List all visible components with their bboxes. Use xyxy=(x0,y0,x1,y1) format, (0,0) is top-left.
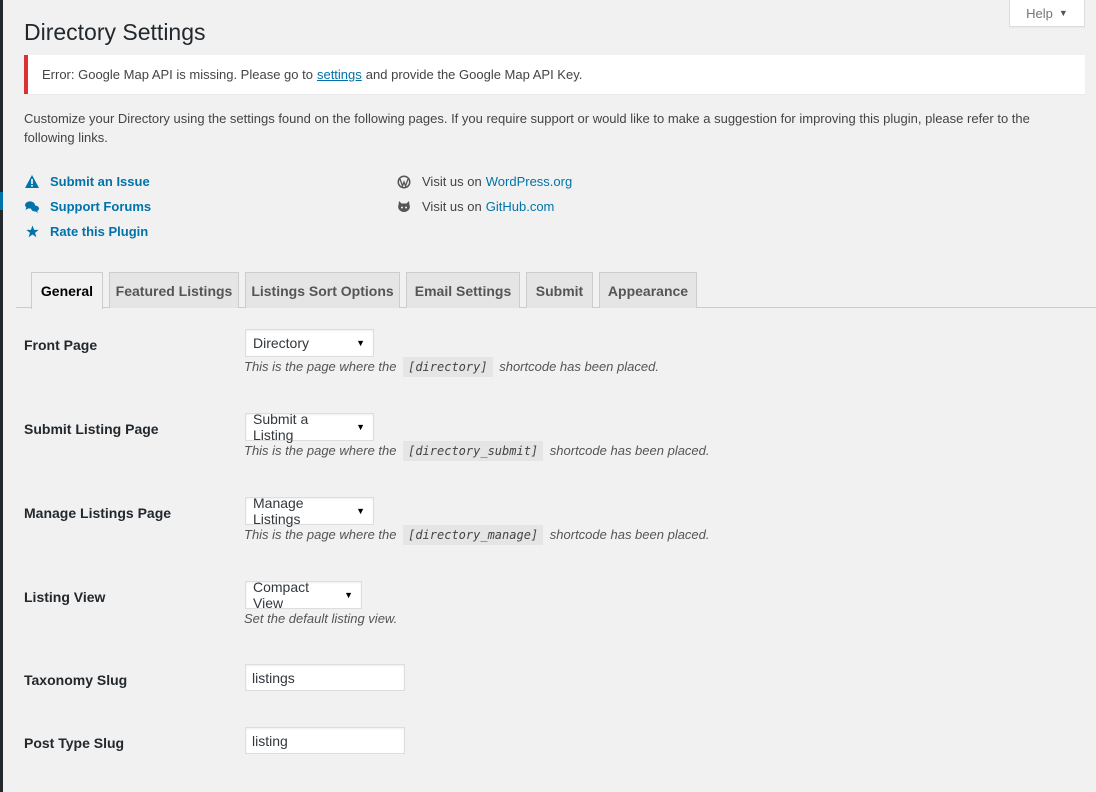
desc-text: This is the page where the xyxy=(244,359,397,374)
external-link-row: Visit us on WordPress.org xyxy=(396,169,572,194)
taxonomy-slug-label: Taxonomy Slug xyxy=(24,672,128,688)
admin-sidebar-active-indicator xyxy=(0,192,3,210)
dropdown-arrow-icon: ▼ xyxy=(356,338,365,348)
tab-featured-listings[interactable]: Featured Listings xyxy=(109,272,239,308)
external-links: Visit us on WordPress.org Visit us on Gi… xyxy=(396,169,572,219)
manage-listings-page-label: Manage Listings Page xyxy=(24,505,172,521)
tab-listings-sort-options[interactable]: Listings Sort Options xyxy=(245,272,400,308)
front-page-description: This is the page where the [directory] s… xyxy=(244,357,659,377)
comments-icon xyxy=(24,200,40,213)
shortcode: [directory_submit] xyxy=(403,441,544,461)
tab-submit[interactable]: Submit xyxy=(526,272,593,308)
submit-listing-page-label: Submit Listing Page xyxy=(24,421,159,437)
help-tab-label: Help xyxy=(1026,5,1053,21)
listing-view-select[interactable]: Compact View ▼ xyxy=(245,579,362,611)
visit-prefix: Visit us on xyxy=(422,174,482,189)
shortcode: [directory] xyxy=(403,357,493,377)
desc-text: shortcode has been placed. xyxy=(499,359,659,374)
page-title: Directory Settings xyxy=(24,19,206,45)
support-link-row: Rate this Plugin xyxy=(24,219,151,244)
front-page-label: Front Page xyxy=(24,337,98,353)
support-link-row: Support Forums xyxy=(24,194,151,219)
listing-view-value: Compact View xyxy=(253,579,310,611)
caret-down-icon: ▼ xyxy=(1058,8,1068,18)
manage-listings-page-value: Manage Listings xyxy=(253,495,304,527)
taxonomy-slug-input[interactable] xyxy=(245,664,405,691)
notice-text-before: Error: Google Map API is missing. Please… xyxy=(42,67,313,82)
submit-listing-page-select[interactable]: Submit a Listing ▼ xyxy=(245,411,374,443)
desc-text: shortcode has been placed. xyxy=(549,443,710,458)
star-icon xyxy=(24,225,40,238)
support-forums-link[interactable]: Support Forums xyxy=(50,199,151,214)
desc-text: shortcode has been placed. xyxy=(549,527,710,542)
notice-settings-link[interactable]: settings xyxy=(317,67,362,82)
submit-listing-page-value: Submit a Listing xyxy=(253,411,309,443)
tab-general[interactable]: General xyxy=(31,272,103,309)
intro-text: Customize your Directory using the setti… xyxy=(24,111,1030,145)
wordpress-icon xyxy=(396,175,412,189)
notice-text-after: and provide the Google Map API Key. xyxy=(365,67,583,82)
post-type-slug-input[interactable] xyxy=(245,727,405,754)
manage-listings-page-description: This is the page where the [directory_ma… xyxy=(244,525,710,545)
support-link-row: Submit an Issue xyxy=(24,169,151,194)
support-links: Submit an Issue Support Forums Rate this… xyxy=(24,169,151,244)
submit-listing-page-description: This is the page where the [directory_su… xyxy=(244,441,710,461)
admin-sidebar-edge xyxy=(0,0,3,792)
wordpress-org-link[interactable]: WordPress.org xyxy=(486,174,572,189)
listing-view-description: Set the default listing view. xyxy=(244,611,398,626)
github-link[interactable]: GitHub.com xyxy=(486,199,555,214)
dropdown-arrow-icon: ▼ xyxy=(356,506,365,516)
external-link-row: Visit us on GitHub.com xyxy=(396,194,572,219)
post-type-slug-label: Post Type Slug xyxy=(24,735,125,751)
tab-appearance[interactable]: Appearance xyxy=(599,272,697,308)
desc-text: This is the page where the xyxy=(244,527,397,542)
dropdown-arrow-icon: ▼ xyxy=(344,590,353,600)
error-notice: Error: Google Map API is missing. Please… xyxy=(24,55,1085,94)
listing-view-label: Listing View xyxy=(24,589,106,605)
front-page-value: Directory xyxy=(253,335,310,351)
visit-prefix: Visit us on xyxy=(422,199,482,214)
manage-listings-page-select[interactable]: Manage Listings ▼ xyxy=(245,495,374,527)
shortcode: [directory_manage] xyxy=(403,525,544,545)
warning-icon xyxy=(24,175,40,188)
rate-plugin-link[interactable]: Rate this Plugin xyxy=(50,224,148,239)
desc-text: This is the page where the xyxy=(244,443,397,458)
submit-issue-link[interactable]: Submit an Issue xyxy=(50,174,150,189)
tab-email-settings[interactable]: Email Settings xyxy=(406,272,520,308)
help-tab-button[interactable]: Help ▼ xyxy=(1009,0,1085,27)
dropdown-arrow-icon: ▼ xyxy=(356,422,365,432)
settings-tabs: General Featured Listings Listings Sort … xyxy=(16,272,1096,309)
github-icon xyxy=(396,200,412,213)
front-page-select[interactable]: Directory ▼ xyxy=(245,329,374,357)
